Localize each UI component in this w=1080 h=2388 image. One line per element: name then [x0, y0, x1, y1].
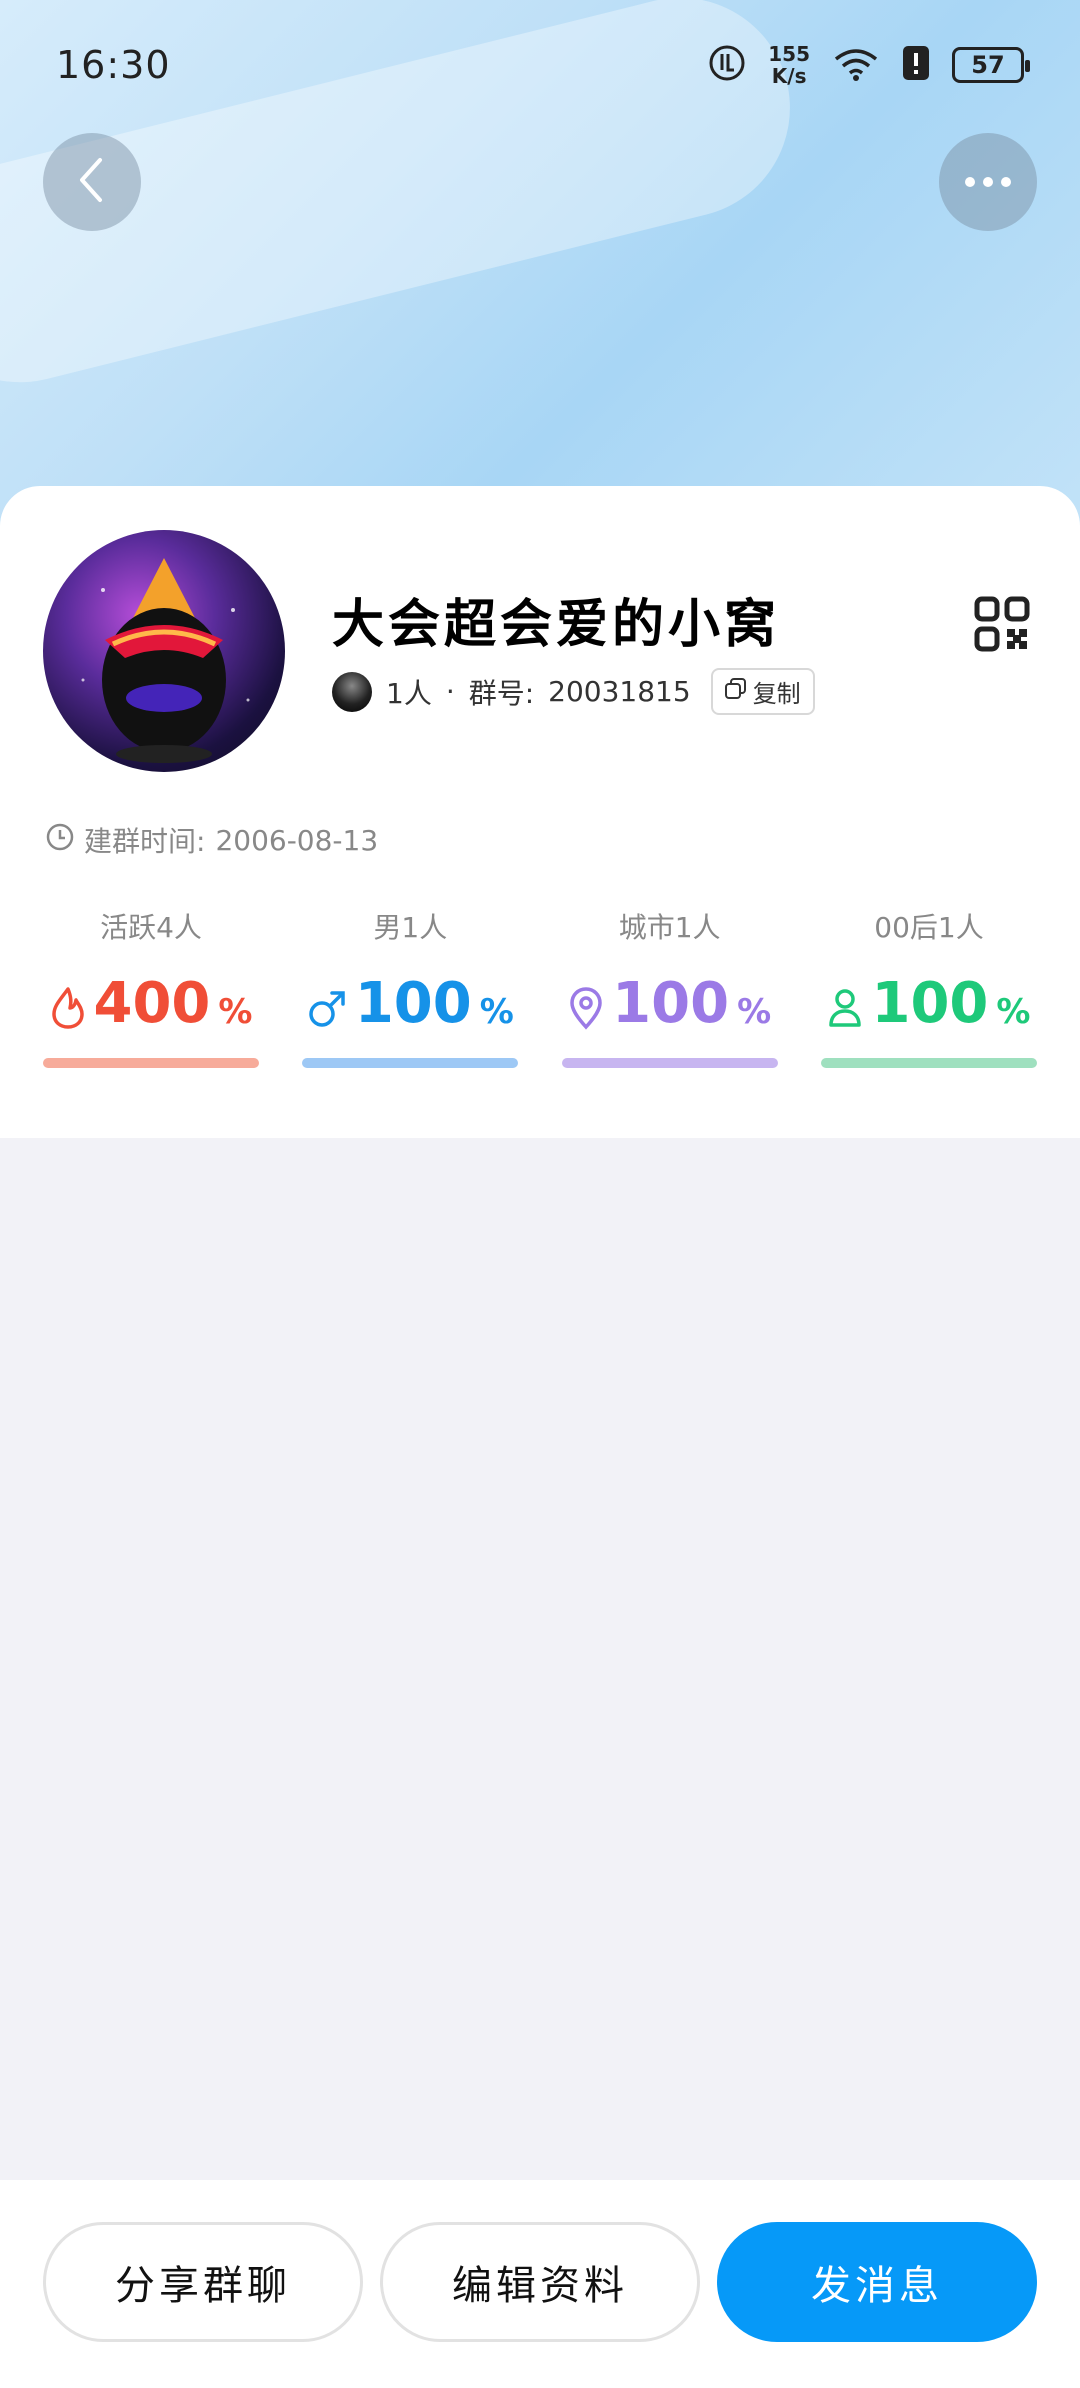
data-icon	[708, 44, 746, 86]
stats-row: 活跃4人 400 % 男1人 100 % 城市1人 100 % 00后1人 10…	[43, 906, 1037, 1068]
qr-code-button[interactable]	[974, 596, 1030, 652]
location-pin-icon	[568, 986, 604, 1034]
chevron-left-icon	[72, 156, 112, 208]
group-avatar[interactable]	[43, 530, 285, 772]
stat-label: 活跃4人	[100, 911, 202, 944]
edit-info-button[interactable]: 编辑资料	[380, 2222, 700, 2342]
stat-bar	[43, 1058, 259, 1068]
stat-unit: %	[737, 992, 772, 1032]
send-message-button[interactable]: 发消息	[717, 2222, 1037, 2342]
stat-bar	[302, 1058, 519, 1068]
copy-id-button[interactable]: 复制	[710, 668, 815, 715]
stat-bar	[561, 1058, 778, 1068]
group-id-value: 20031815	[548, 675, 691, 708]
member-avatar[interactable]	[332, 671, 372, 712]
status-time: 16:30	[56, 43, 171, 87]
created-date: 2006-08-13	[215, 823, 379, 857]
stat-value: 100	[354, 971, 472, 1036]
created-date-row: 建群时间: 2006-08-13	[46, 820, 378, 860]
alert-icon	[902, 45, 930, 85]
stat-city[interactable]: 城市1人 100 %	[561, 906, 778, 1068]
stat-label: 00后1人	[874, 911, 984, 944]
bottom-action-bar: 分享群聊 编辑资料 发消息	[0, 2180, 1080, 2388]
group-meta-row: 1人 · 群号: 20031815 复制	[332, 668, 815, 715]
flame-icon	[50, 986, 86, 1034]
stat-bar	[820, 1058, 1037, 1068]
more-options-button[interactable]	[939, 133, 1037, 231]
stat-age[interactable]: 00后1人 100 %	[820, 906, 1037, 1068]
group-name: 大会超会爱的小窝	[332, 594, 781, 655]
person-icon	[827, 986, 863, 1034]
stat-unit: %	[996, 992, 1031, 1032]
meta-separator: ·	[445, 675, 455, 708]
stat-male[interactable]: 男1人 100 %	[302, 906, 519, 1068]
stat-unit: %	[218, 992, 253, 1032]
copy-label: 复制	[752, 680, 801, 708]
stat-active[interactable]: 活跃4人 400 %	[43, 906, 259, 1068]
stat-value: 100	[871, 971, 989, 1036]
group-info-card: 大会超会爱的小窝 1人 · 群号: 20031815 复制 建群时间: 2006…	[0, 486, 1080, 1138]
male-icon	[307, 986, 347, 1034]
battery-indicator: 57	[952, 47, 1030, 83]
share-group-button[interactable]: 分享群聊	[43, 2222, 363, 2342]
stat-label: 城市1人	[618, 911, 721, 944]
created-label: 建群时间:	[84, 825, 206, 858]
wifi-icon	[832, 45, 880, 85]
status-bar: 16:30 155 K/s 57	[0, 0, 1080, 130]
back-button[interactable]	[43, 133, 141, 231]
more-dots-icon	[964, 173, 1012, 192]
stat-unit: %	[479, 992, 514, 1032]
qr-code-icon	[974, 596, 1030, 656]
copy-icon	[724, 677, 747, 706]
stat-label: 男1人	[373, 911, 448, 944]
member-count[interactable]: 1人	[386, 672, 432, 712]
clock-icon	[46, 823, 74, 858]
net-speed: 155 K/s	[768, 42, 810, 88]
stat-value: 100	[612, 971, 730, 1036]
stat-value: 400	[93, 971, 211, 1036]
group-id-label: 群号:	[468, 676, 535, 710]
